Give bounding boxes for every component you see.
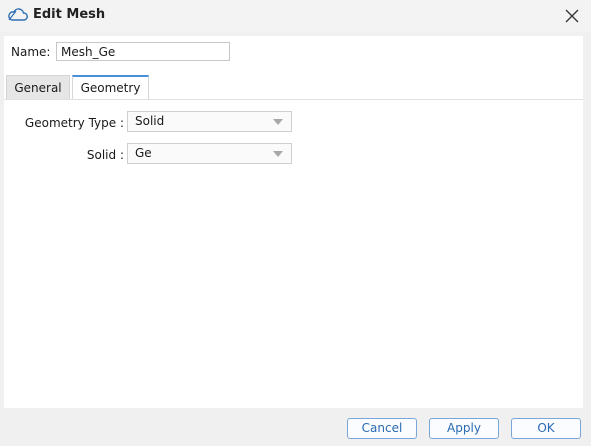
tab-general[interactable]: General [6,75,70,99]
chevron-down-icon [273,119,283,125]
window-title: Edit Mesh [33,7,106,22]
tab-geometry[interactable]: Geometry [72,75,149,99]
cancel-button[interactable]: Cancel [347,418,417,439]
close-button[interactable] [561,5,583,27]
ok-button[interactable]: OK [511,418,581,439]
dialog-content: Name: Mesh_Ge General Geometry Geometry … [4,36,583,408]
close-icon [565,9,579,23]
tab-divider [4,99,583,100]
chevron-down-icon [273,151,283,157]
title-bar: Edit Mesh [0,0,591,32]
geometry-type-value: Solid [135,114,165,128]
solid-label: Solid : [86,148,124,162]
apply-button[interactable]: Apply [429,418,499,439]
geometry-type-label: Geometry Type : [24,116,124,130]
solid-select[interactable]: Ge [127,143,292,164]
name-label: Name: [11,45,51,59]
mesh-cloud-icon [8,8,28,21]
name-input[interactable]: Mesh_Ge [56,42,230,61]
solid-value: Ge [135,146,152,160]
geometry-type-select[interactable]: Solid [127,111,292,132]
